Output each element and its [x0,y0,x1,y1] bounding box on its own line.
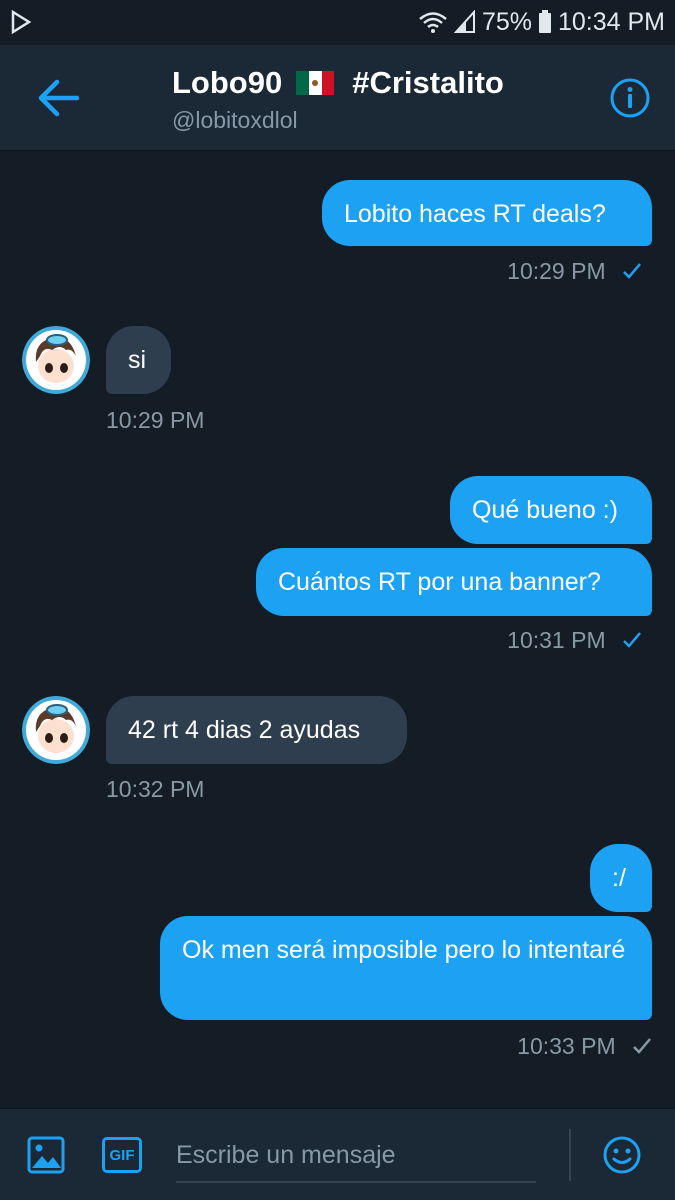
gif-button[interactable]: GIF [102,1137,142,1173]
contact-handle: @lobitoxdlol [172,107,298,133]
status-icons: 75% 10:34 PM [418,6,665,38]
info-icon[interactable] [609,77,651,119]
back-arrow-icon[interactable] [34,73,84,123]
message-bubble-sent[interactable]: :/ [590,844,652,912]
emoji-icon[interactable] [602,1135,642,1175]
conversation-title[interactable]: Lobo90 #Cristalito @lobitoxdlol [172,63,504,134]
sent-check-icon [622,628,642,655]
message-text: Qué bueno :) [472,496,618,524]
message-timestamp: 10:33 PM [517,1033,652,1061]
status-bar: 75% 10:34 PM [0,0,675,45]
divider [569,1129,571,1181]
message-text: Lobito haces RT deals? [344,200,606,228]
avatar[interactable] [22,696,90,764]
message-bubble-sent[interactable]: Lobito haces RT deals? [322,180,652,246]
message-composer: GIF [0,1108,675,1200]
message-text: Cuántos RT por una banner? [278,568,601,596]
message-text: 42 rt 4 dias 2 ayudas [128,716,361,744]
signal-icon [453,10,476,34]
message-bubble-sent[interactable]: Ok men será imposible pero lo intentaré [160,916,652,1020]
message-text: :/ [612,864,626,892]
battery-icon [538,10,552,34]
play-store-icon [10,9,32,39]
contact-name: Lobo90 [172,65,283,100]
clock: 10:34 PM [557,7,665,36]
image-icon[interactable] [26,1135,66,1175]
conversation-header: Lobo90 #Cristalito @lobitoxdlol [0,45,675,151]
message-timestamp: 10:32 PM [106,776,205,802]
message-text: Ok men será imposible pero lo intentaré [182,936,626,964]
avatar[interactable] [22,326,90,394]
message-timestamp: 10:29 PM [507,258,642,286]
message-timestamp: 10:31 PM [507,627,642,655]
sent-check-icon [622,259,642,286]
message-bubble-sent[interactable]: Qué bueno :) [450,476,652,544]
message-bubble-sent[interactable]: Cuántos RT por una banner? [256,548,652,616]
mexico-flag-icon [296,71,335,95]
battery-percent: 75% [481,7,532,36]
message-text: si [128,346,147,374]
message-input[interactable] [176,1129,536,1183]
message-timestamp: 10:29 PM [106,407,205,433]
seen-check-icon [632,1034,652,1061]
message-bubble-received[interactable]: si [106,326,171,394]
wifi-icon [418,10,448,34]
message-bubble-received[interactable]: 42 rt 4 dias 2 ayudas [106,696,407,764]
contact-tag: #Cristalito [352,65,504,100]
